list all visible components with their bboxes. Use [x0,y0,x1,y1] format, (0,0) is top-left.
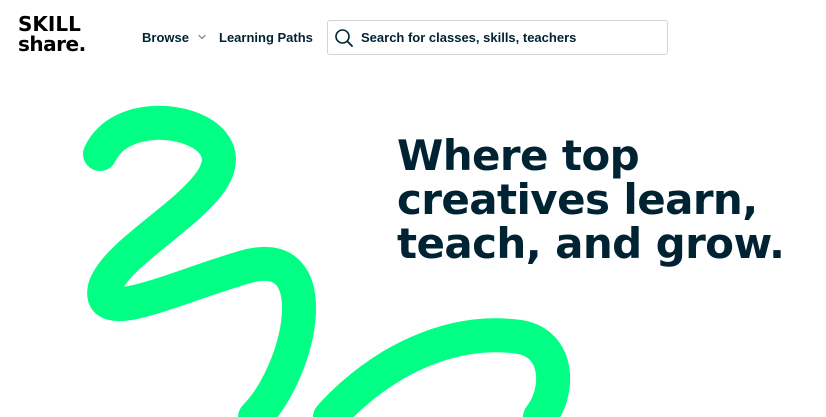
skillshare-logo[interactable]: SKILL share. [18,14,110,58]
search-box[interactable] [327,20,668,55]
logo-line-1: SKILL [18,12,81,36]
hero-headline: Where top creatives learn, teach, and gr… [397,134,826,266]
site-header: SKILL share. Browse Learning Paths [0,0,826,72]
learning-paths-link[interactable]: Learning Paths [219,27,313,47]
headline-line-1: Where top [397,131,640,180]
search-input[interactable] [361,22,651,53]
learning-paths-label: Learning Paths [219,29,313,45]
search-icon [335,28,353,47]
headline-line-2: creatives learn, [397,175,758,224]
headline-line-3: teach, and grow. [397,219,785,268]
chevron-down-icon [198,34,206,40]
logo-line-2: share. [18,32,86,56]
browse-label: Browse [142,29,189,45]
browse-menu[interactable]: Browse [142,27,207,47]
